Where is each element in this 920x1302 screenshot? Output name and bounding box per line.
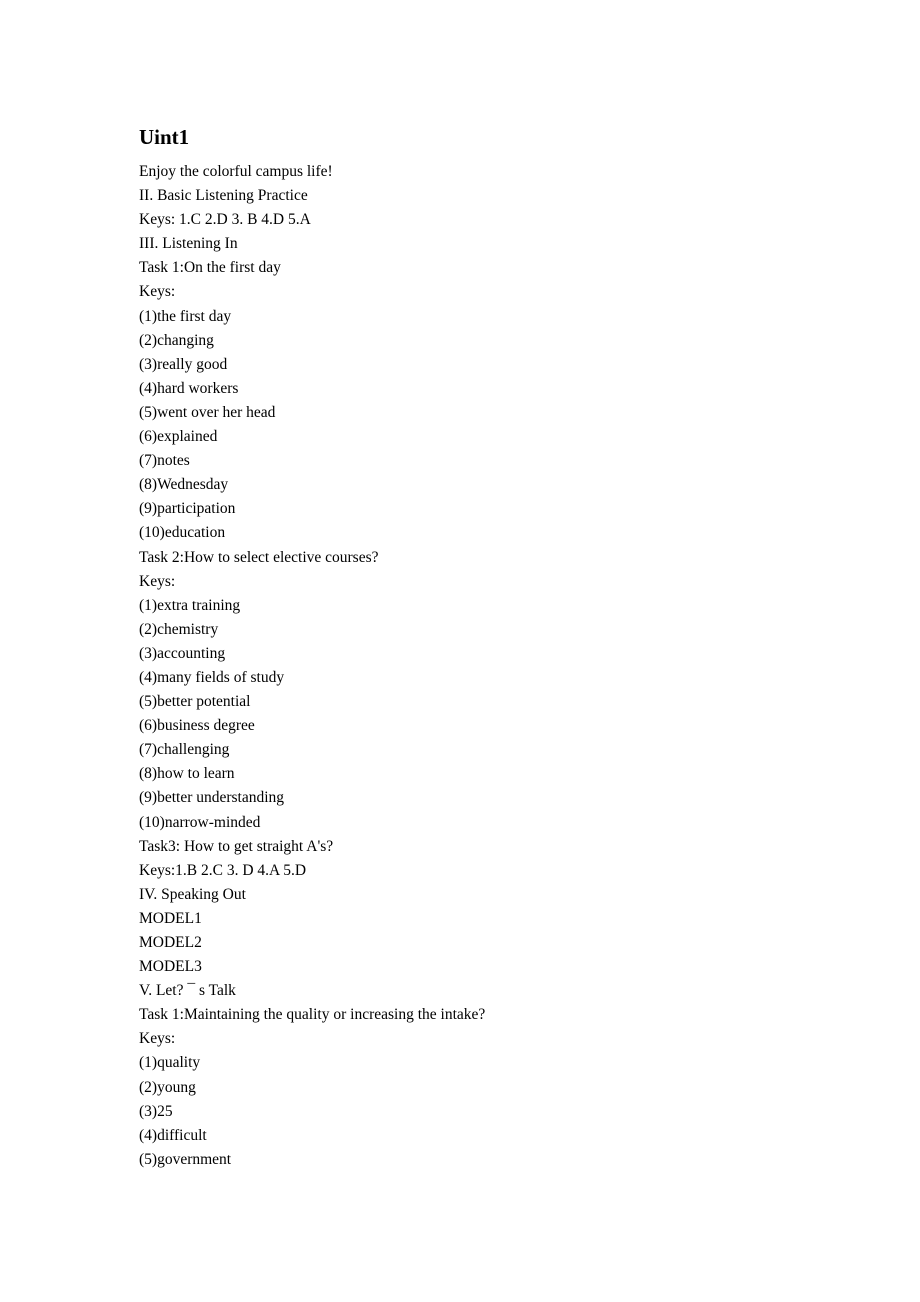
text-line: (1)extra training [139,596,241,614]
text-line: (2)changing [139,331,214,349]
text-line: (4)difficult [139,1126,207,1144]
text-line: Keys: 1.C 2.D 3. B 4.D 5.A [139,211,311,229]
text-line: Task 2:How to select elective courses? [139,548,379,566]
text-line: Task3: How to get straight A's? [139,837,334,855]
text-line: Keys:1.B 2.C 3. D 4.A 5.D [139,861,307,879]
text-line: (7)challenging [139,741,230,759]
document-page: Uint1 Enjoy the colorful campus life! II.… [139,124,485,1172]
text-line: (6)explained [139,428,218,446]
text-line: (8)Wednesday [139,476,229,494]
text-line: Task 1:Maintaining the quality or increa… [139,1006,486,1024]
text-line: MODEL3 [139,958,202,976]
text-line: (4)many fields of study [139,668,285,686]
text-line: II. Basic Listening Practice [139,187,308,205]
text-line: (2)young [139,1078,196,1096]
text-line: (9)participation [139,500,236,518]
text-line: (3)accounting [139,644,226,662]
text-line: (6)business degree [139,717,255,735]
text-line: Enjoy the colorful campus life! [139,163,333,180]
text-line: (9)better understanding [139,789,285,807]
text-line: Task 1:On the first day [139,259,281,277]
text-line: (5)went over her head [139,403,276,421]
text-line: III. Listening In [139,235,238,253]
text-line: MODEL1 [139,909,202,927]
text-line: (4)hard workers [139,379,239,397]
text-line: (1)the first day [139,307,232,325]
text-line: IV. Speaking Out [139,885,246,903]
text-line: Keys: [139,572,176,590]
text-line: (10)narrow-minded [139,813,261,831]
text-line: (10)education [139,524,226,542]
text-line: V. Let? ¯ s Talk [139,982,236,1000]
text-line: (2)chemistry [139,620,219,638]
text-line: (3)25 [139,1102,173,1120]
text-line: (5)better potential [139,693,251,711]
text-line: Keys: [139,1030,176,1048]
text-line: MODEL2 [139,934,202,951]
document-body: Enjoy the colorful campus life! II. Basic… [139,160,485,1172]
text-line: (1)quality [139,1054,201,1072]
text-line: Keys: [139,283,176,301]
document-title: Uint1 [139,125,190,149]
text-line: (5)government [139,1150,232,1168]
text-line: (7)notes [139,452,190,470]
text-line: (8)how to learn [139,765,235,783]
text-line: (3)really good [139,355,228,373]
